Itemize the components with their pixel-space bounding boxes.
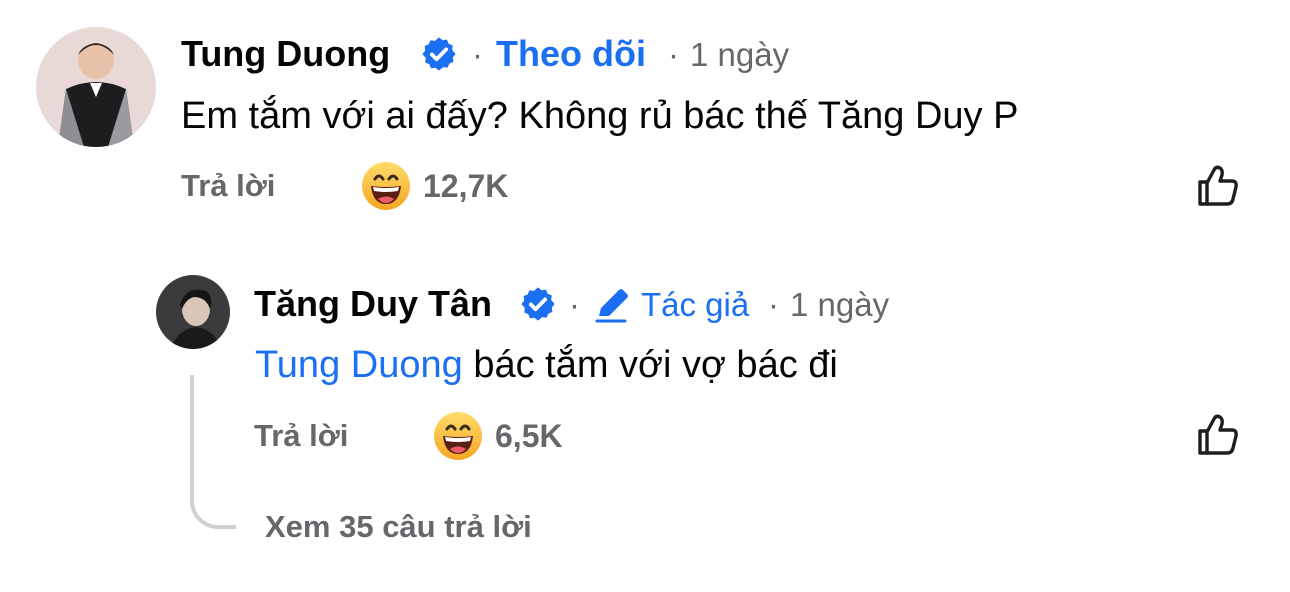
thumbs-up-icon[interactable]: [1194, 162, 1242, 210]
avatar-image: [156, 275, 230, 349]
verified-badge-icon: [420, 35, 458, 73]
haha-emoji-icon[interactable]: [433, 411, 483, 461]
reply-author-name[interactable]: Tăng Duy Tân: [254, 286, 492, 322]
reply-text-line: Tung Duong bác tắm với vợ bác đi: [255, 346, 838, 384]
follow-button[interactable]: Theo dõi: [496, 36, 646, 72]
reply-timestamp[interactable]: 1 ngày: [790, 288, 889, 321]
comment-reaction-count[interactable]: 12,7K: [423, 170, 508, 202]
reply-text: bác tắm với vợ bác đi: [473, 344, 838, 386]
comment-avatar[interactable]: [36, 27, 156, 147]
mention-link[interactable]: Tung Duong: [255, 344, 463, 386]
avatar-image: [36, 27, 156, 147]
reply-avatar[interactable]: [156, 275, 230, 349]
comment-meta-dot-1: ·: [472, 36, 483, 73]
view-replies-link[interactable]: Xem 35 câu trả lời: [265, 511, 532, 542]
reply-reply-button[interactable]: Trả lời: [254, 420, 348, 451]
author-badge-label: Tác giả: [641, 286, 750, 323]
reply-reaction-count[interactable]: 6,5K: [495, 420, 563, 452]
thumbs-up-icon[interactable]: [1194, 411, 1242, 459]
reply-meta-dot-2: ·: [768, 286, 779, 323]
comment-timestamp[interactable]: 1 ngày: [690, 38, 789, 71]
haha-emoji-icon[interactable]: [361, 161, 411, 211]
reply-meta-dot-1: ·: [569, 286, 580, 323]
comment-text: Em tắm với ai đấy? Không rủ bác thế Tăng…: [181, 95, 1019, 137]
comment-reply-button[interactable]: Trả lời: [181, 170, 275, 201]
comment-meta-dot-2: ·: [668, 36, 679, 73]
comment-author-name[interactable]: Tung Duong: [181, 36, 390, 72]
reply-thread-line: [190, 375, 236, 529]
pencil-icon: [593, 286, 631, 324]
verified-badge-icon: [519, 285, 557, 323]
